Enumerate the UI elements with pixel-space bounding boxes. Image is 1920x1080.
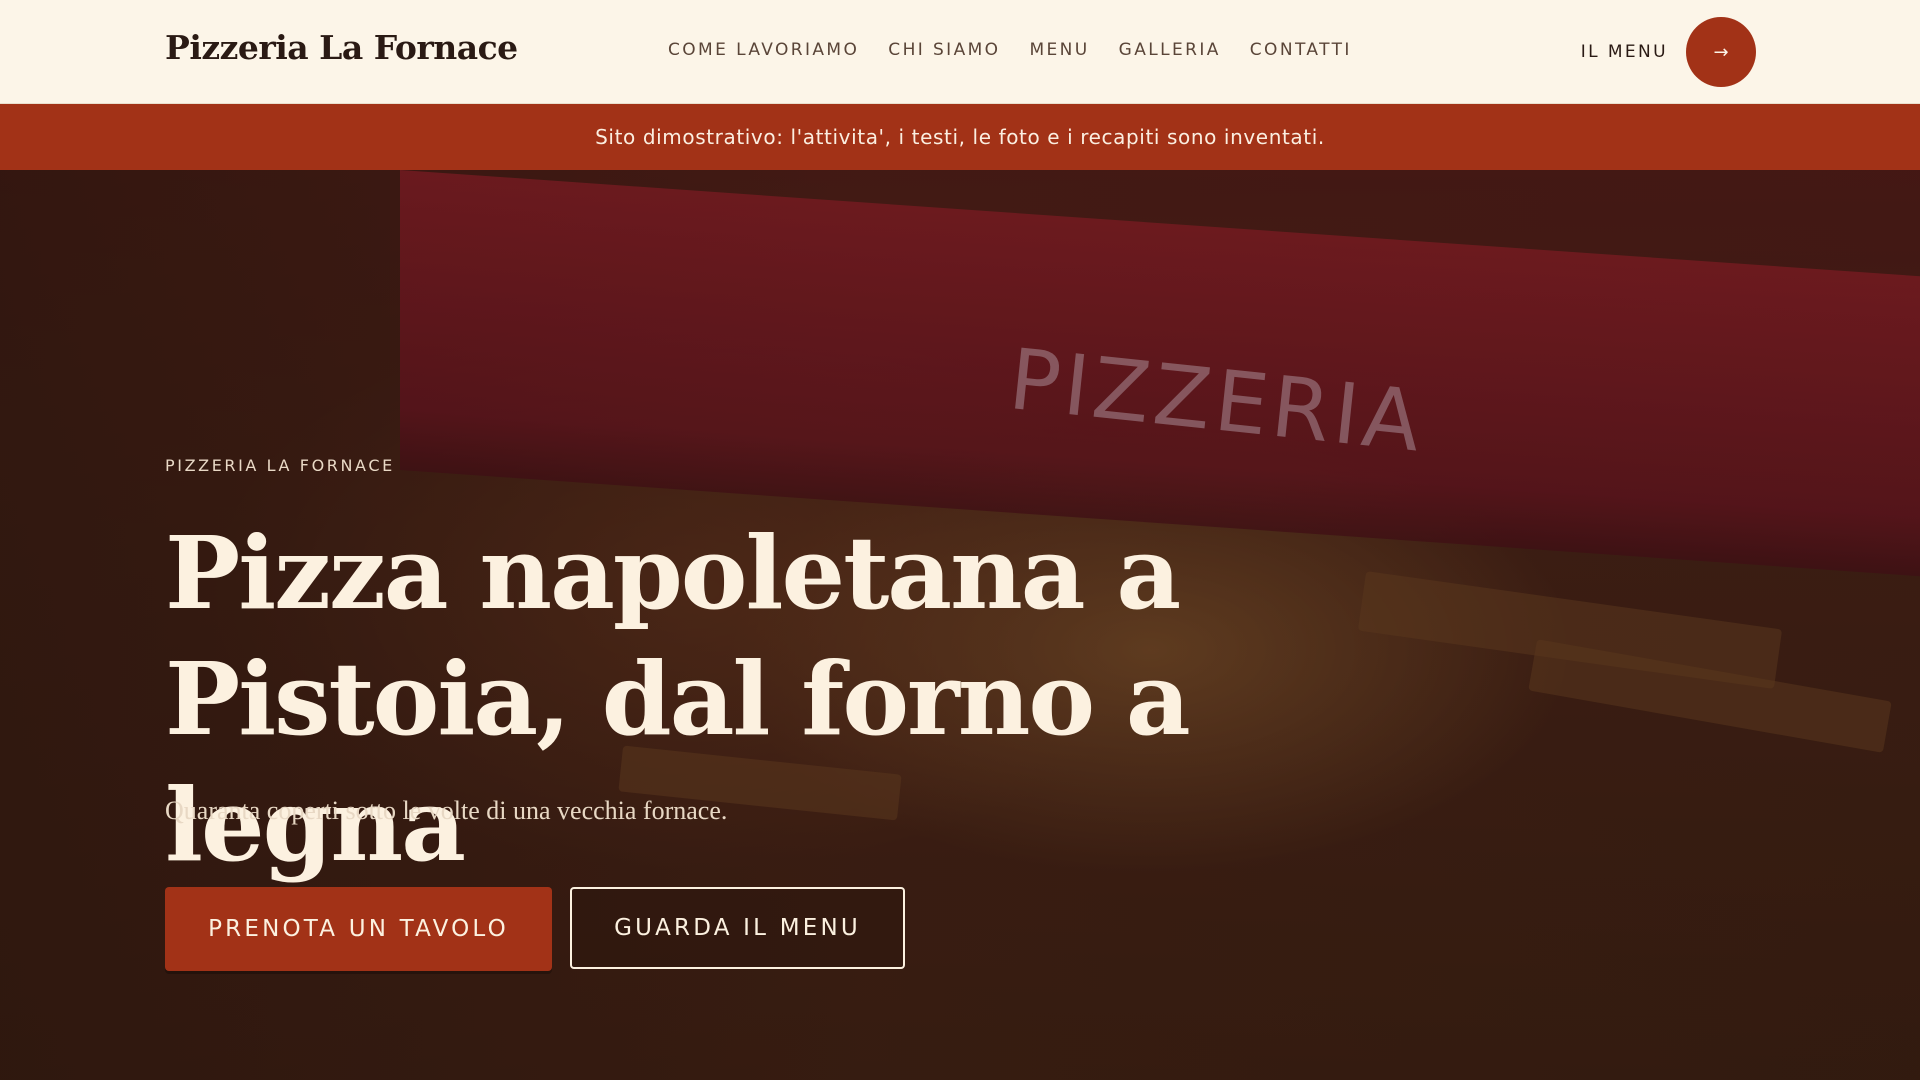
main-nav: COME LAVORIAMO CHI SIAMO MENU GALLERIA C… xyxy=(668,38,1352,62)
site-header: Pizzeria La Fornace COME LAVORIAMO CHI S… xyxy=(0,0,1920,104)
arrow-right-icon: → xyxy=(1713,41,1729,63)
menu-cta-circle[interactable]: → xyxy=(1686,17,1756,87)
book-table-button[interactable]: PRENOTA UN TAVOLO xyxy=(165,887,552,971)
nav-item-contatti[interactable]: CONTATTI xyxy=(1250,40,1352,60)
brand-logo[interactable]: Pizzeria La Fornace xyxy=(165,28,518,67)
hero-headline: Pizza napoletana a Pistoia, dal forno a … xyxy=(165,514,1191,884)
menu-cta-button[interactable]: IL MENU → xyxy=(1581,16,1756,88)
book-table-label: PRENOTA UN TAVOLO xyxy=(208,916,509,942)
nav-item-chi-siamo[interactable]: CHI SIAMO xyxy=(888,40,1000,60)
view-menu-label: GUARDA IL MENU xyxy=(614,915,861,941)
menu-cta-label[interactable]: IL MENU xyxy=(1581,42,1668,62)
nav-item-menu[interactable]: MENU xyxy=(1029,40,1089,60)
hero-section: PIZZERIA PIZZERIA LA FORNACE Pizza napol… xyxy=(0,170,1920,1080)
nav-item-galleria[interactable]: GALLERIA xyxy=(1119,40,1221,60)
demo-notice-text: Sito dimostrativo: l'attivita', i testi,… xyxy=(595,125,1325,149)
hero-subhead: Quaranta coperti sotto le volte di una v… xyxy=(165,796,728,825)
demo-notice-banner: Sito dimostrativo: l'attivita', i testi,… xyxy=(0,104,1920,170)
view-menu-button[interactable]: GUARDA IL MENU xyxy=(570,887,905,969)
nav-item-come-lavoriamo[interactable]: COME LAVORIAMO xyxy=(668,40,859,60)
hero-eyebrow: PIZZERIA LA FORNACE xyxy=(165,456,395,475)
